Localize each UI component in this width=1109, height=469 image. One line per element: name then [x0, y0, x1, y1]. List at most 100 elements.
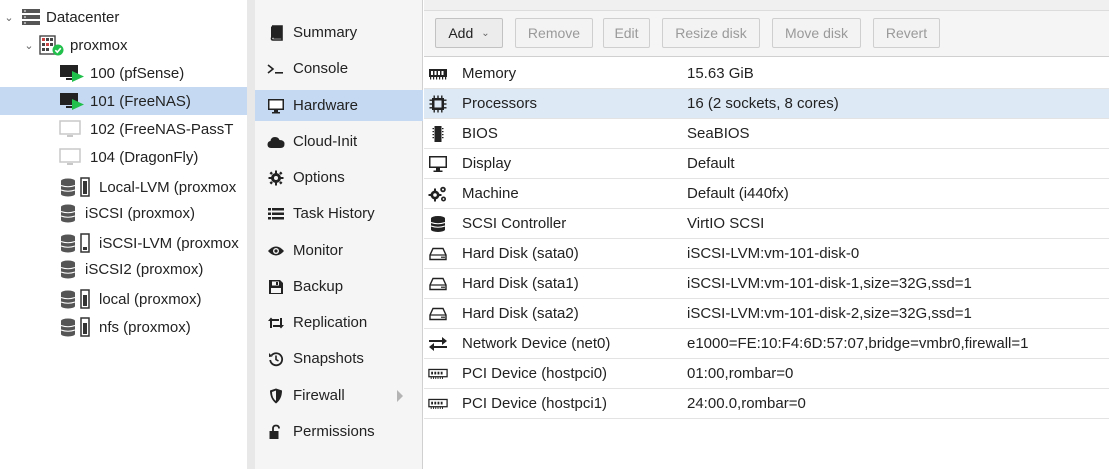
hardware-name: Hard Disk (sata2): [462, 305, 579, 322]
hardware-name: Hard Disk (sata0): [462, 245, 579, 262]
book-icon: [267, 24, 285, 42]
menu-item-label: Firewall: [293, 387, 345, 404]
chevron-down-icon: ⌄: [481, 27, 490, 39]
tree-item-storage-local-lvm[interactable]: Local-LVM (proxmox: [0, 173, 247, 201]
hardware-name: PCI Device (hostpci1): [462, 395, 608, 412]
pci-card-icon: [428, 365, 448, 383]
hardware-value: 24:00.0,rombar=0: [687, 395, 806, 412]
resize-disk-button[interactable]: Resize disk: [662, 18, 760, 48]
memory-icon: [428, 65, 448, 83]
menu-item-snapshots[interactable]: Snapshots: [255, 343, 423, 374]
terminal-icon: [267, 60, 285, 78]
tree-item-storage-iscsi-lvm[interactable]: iSCSI-LVM (proxmox: [0, 229, 247, 257]
chevron-down-icon[interactable]: ⌄: [2, 11, 16, 24]
table-row-display[interactable]: Display Default: [424, 149, 1109, 179]
hardware-value: 15.63 GiB: [687, 65, 754, 82]
tree-item-storage-iscsi[interactable]: iSCSI (proxmox): [0, 199, 247, 227]
menu-item-label: Task History: [293, 205, 375, 222]
hardware-panel: Add ⌄ Remove Edit Resize disk Move disk …: [424, 0, 1109, 469]
tree-item-label: iSCSI2 (proxmox): [85, 260, 204, 278]
desktop-icon: [267, 97, 285, 115]
tree-item-datacenter[interactable]: ⌄ Datacenter: [0, 3, 247, 31]
expand-arrow-icon[interactable]: [397, 390, 403, 402]
tree-item-label: 101 (FreeNAS): [90, 92, 191, 110]
edit-button[interactable]: Edit: [603, 18, 650, 48]
storage-usage-icon: [60, 233, 94, 253]
node-online-icon: [39, 34, 65, 56]
tree-item-storage-iscsi2[interactable]: iSCSI2 (proxmox): [0, 255, 247, 283]
exchange-icon: [428, 335, 448, 353]
menu-item-label: Permissions: [293, 423, 375, 440]
menu-item-console[interactable]: Console: [255, 53, 423, 84]
history-icon: [267, 350, 285, 368]
menu-item-label: Snapshots: [293, 350, 364, 367]
table-row-scsi-controller[interactable]: SCSI Controller VirtIO SCSI: [424, 209, 1109, 239]
menu-item-label: Hardware: [293, 97, 359, 114]
tree-item-guest-100[interactable]: 100 (pfSense): [0, 59, 247, 87]
hardware-value: e1000=FE:10:F4:6D:57:07,bridge=vmbr0,fir…: [687, 335, 1029, 352]
vm-stopped-icon: [59, 119, 85, 139]
menu-item-options[interactable]: Options: [255, 162, 423, 193]
vm-config-menu: Summary Console Hardware Cloud-Init Opti…: [255, 0, 423, 469]
storage-usage-icon: [60, 289, 94, 309]
table-row-hard-disk-sata1[interactable]: Hard Disk (sata1) iSCSI-LVM:vm-101-disk-…: [424, 269, 1109, 299]
table-row-hard-disk-sata2[interactable]: Hard Disk (sata2) iSCSI-LVM:vm-101-disk-…: [424, 299, 1109, 329]
menu-item-label: Console: [293, 60, 349, 77]
tree-item-storage-nfs[interactable]: nfs (proxmox): [0, 313, 247, 341]
panel-splitter[interactable]: [247, 0, 255, 469]
database-icon: [428, 215, 448, 233]
hardware-name: BIOS: [462, 125, 498, 142]
menu-item-firewall[interactable]: Firewall: [255, 380, 423, 411]
menu-item-cloud-init[interactable]: Cloud-Init: [255, 126, 423, 157]
tree-item-node-proxmox[interactable]: ⌄ proxmox: [0, 31, 247, 59]
table-row-pci-device-hostpci0[interactable]: PCI Device (hostpci0) 01:00,rombar=0: [424, 359, 1109, 389]
table-row-machine[interactable]: Machine Default (i440fx): [424, 179, 1109, 209]
tree-item-label: proxmox: [70, 36, 128, 54]
menu-item-label: Options: [293, 169, 345, 186]
tree-item-storage-local[interactable]: local (proxmox): [0, 285, 247, 313]
table-row-pci-device-hostpci1[interactable]: PCI Device (hostpci1) 24:00.0,rombar=0: [424, 389, 1109, 419]
table-row-processors[interactable]: Processors 16 (2 sockets, 8 cores): [424, 89, 1109, 119]
chevron-down-icon[interactable]: ⌄: [22, 39, 36, 52]
remove-button[interactable]: Remove: [515, 18, 593, 48]
table-row-bios[interactable]: BIOS SeaBIOS: [424, 119, 1109, 149]
table-row-memory[interactable]: Memory 15.63 GiB: [424, 59, 1109, 89]
hardware-name: Machine: [462, 185, 519, 202]
resource-tree: ⌄ Datacenter ⌄ proxmox 100 (pfSense) 101…: [0, 0, 247, 469]
hdd-icon: [428, 275, 448, 293]
tree-item-label: 104 (DragonFly): [90, 148, 199, 166]
tree-item-guest-104[interactable]: 104 (DragonFly): [0, 143, 247, 171]
menu-item-task-history[interactable]: Task History: [255, 198, 423, 229]
hardware-name: PCI Device (hostpci0): [462, 365, 608, 382]
menu-item-permissions[interactable]: Permissions: [255, 416, 423, 447]
hardware-name: Memory: [462, 65, 517, 82]
vm-stopped-icon: [59, 147, 85, 167]
table-row-network-device-net0[interactable]: Network Device (net0) e1000=FE:10:F4:6D:…: [424, 329, 1109, 359]
table-row-hard-disk-sata0[interactable]: Hard Disk (sata0) iSCSI-LVM:vm-101-disk-…: [424, 239, 1109, 269]
menu-item-label: Monitor: [293, 242, 344, 259]
hardware-value: 01:00,rombar=0: [687, 365, 794, 382]
tree-item-guest-101[interactable]: 101 (FreeNAS): [0, 87, 247, 115]
move-disk-button[interactable]: Move disk: [772, 18, 861, 48]
microchip-icon: [428, 125, 448, 143]
tree-item-label: Datacenter: [46, 8, 120, 26]
menu-item-hardware[interactable]: Hardware: [255, 90, 423, 121]
storage-icon: [60, 203, 80, 223]
hardware-value: iSCSI-LVM:vm-101-disk-0: [687, 245, 860, 262]
menu-item-monitor[interactable]: Monitor: [255, 235, 423, 266]
unlock-icon: [267, 423, 285, 441]
tree-item-label: 102 (FreeNAS-PassT: [90, 120, 234, 138]
add-button[interactable]: Add ⌄: [435, 18, 503, 48]
storage-icon: [60, 259, 80, 279]
tree-item-label: nfs (proxmox): [99, 318, 191, 336]
hardware-value: iSCSI-LVM:vm-101-disk-2,size=32G,ssd=1: [687, 305, 972, 322]
gear-icon: [267, 169, 285, 187]
hardware-name: Network Device (net0): [462, 335, 611, 352]
hardware-name: Hard Disk (sata1): [462, 275, 579, 292]
vm-running-icon: [59, 91, 85, 111]
revert-button[interactable]: Revert: [873, 18, 940, 48]
menu-item-summary[interactable]: Summary: [255, 17, 423, 48]
menu-item-backup[interactable]: Backup: [255, 271, 423, 302]
menu-item-replication[interactable]: Replication: [255, 307, 423, 338]
tree-item-guest-102[interactable]: 102 (FreeNAS-PassT: [0, 115, 247, 143]
